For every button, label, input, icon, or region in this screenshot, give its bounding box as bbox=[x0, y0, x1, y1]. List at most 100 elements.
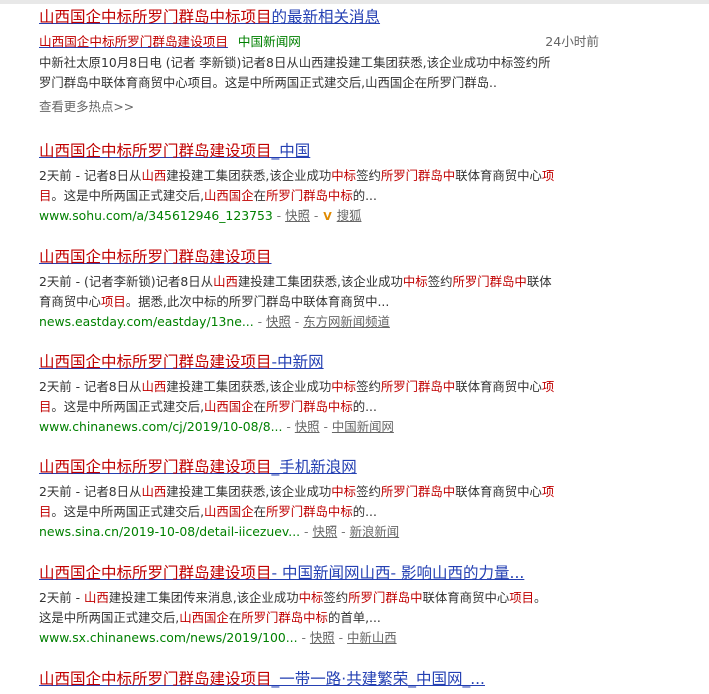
news-item: 山西国企中标所罗门群岛建设项目 中国新闻网 24小时前 bbox=[39, 31, 599, 53]
snippet-text: 联体育商贸中心 bbox=[455, 168, 542, 183]
snapshot-link[interactable]: 快照 bbox=[266, 314, 291, 329]
search-result: 山西国企中标所罗门群岛建设项目 2天前 - (记者李新锁)记者8日从山西建投建工集… bbox=[39, 246, 599, 332]
result-url[interactable]: www.sx.chinanews.com/news/2019/100... bbox=[39, 630, 298, 645]
result-snippet-line: 育商贸中心项目。据悉,此次中标的所罗门群岛中联体育商贸中... bbox=[39, 292, 599, 312]
separator: - bbox=[300, 524, 313, 539]
snippet-keyword: 山西国企 bbox=[179, 610, 229, 625]
snippet-text: 。这是中所两国正式建交后, bbox=[51, 504, 205, 519]
search-result: 山西国企中标所罗门群岛建设项目- 中国新闻网山西- 影响山西的力量... 2天前 … bbox=[39, 562, 599, 648]
top-divider bbox=[0, 0, 709, 4]
snippet-keyword: 所罗门群岛中标 bbox=[265, 504, 353, 519]
snippet-text: 建投建工集团获悉,该企业成功 bbox=[237, 274, 403, 289]
result-title-link[interactable]: 山西国企中标所罗门群岛建设项目-中新网 bbox=[39, 351, 599, 373]
result-url[interactable]: www.sohu.com/a/345612946_123753 bbox=[39, 208, 273, 223]
snippet-keyword: 中标 bbox=[331, 484, 357, 499]
result-title-rest: _一带一路·共建繁荣_中国网_... bbox=[271, 670, 485, 688]
snippet-text: 2天前 - 记者8日从 bbox=[39, 379, 142, 394]
snippet-keyword: 项 bbox=[541, 484, 555, 499]
separator: - bbox=[282, 419, 295, 434]
more-hot-link[interactable]: 查看更多热点>> bbox=[39, 97, 599, 117]
snippet-keyword: 项 bbox=[541, 379, 555, 394]
snippet-keyword: 所罗门群岛中 bbox=[452, 274, 527, 289]
snippet-text: 联体育商贸中心 bbox=[455, 379, 542, 394]
news-item-snippet-line: 罗门群岛中联体育商贸中心项目。这是中所两国正式建交后,山西国企在所罗门群岛.. bbox=[39, 75, 497, 90]
result-title-highlight: 山西国企中标所罗门群岛建设项目 bbox=[39, 353, 272, 371]
snippet-text: 。这是中所两国正式建交后, bbox=[51, 399, 205, 414]
news-card: 山西国企中标所罗门群岛中标项目的最新相关消息 山西国企中标所罗门群岛建设项目 中… bbox=[39, 6, 599, 117]
snippet-text: 。这是中所两国正式建交后, bbox=[51, 188, 205, 203]
result-title-link[interactable]: 山西国企中标所罗门群岛建设项目_中国 bbox=[39, 140, 599, 162]
separator: - bbox=[297, 630, 310, 645]
snippet-keyword: 所罗门群岛中 bbox=[380, 379, 456, 394]
news-item-title[interactable]: 山西国企中标所罗门群岛建设项目 bbox=[39, 34, 228, 49]
separator: - bbox=[272, 208, 286, 223]
snippet-keyword: 山西 bbox=[141, 379, 167, 394]
result-source-line: www.sohu.com/a/345612946_123753 - 快照 - V… bbox=[39, 206, 599, 227]
snippet-keyword: 中标 bbox=[331, 379, 357, 394]
snippet-keyword: 山西国企 bbox=[204, 504, 254, 519]
snippet-text: 签约 bbox=[356, 379, 381, 394]
verified-v-icon: V bbox=[323, 210, 332, 223]
snippet-keyword: 项目 bbox=[100, 294, 126, 309]
snippet-keyword: 所罗门群岛中标 bbox=[265, 399, 353, 414]
snippet-text: 2天前 - bbox=[39, 590, 85, 605]
result-title-rest: _手机新浪网 bbox=[271, 458, 357, 476]
snippet-text: 在 bbox=[228, 610, 242, 625]
snapshot-link[interactable]: 快照 bbox=[295, 419, 320, 434]
snippet-keyword: 中标 bbox=[402, 274, 428, 289]
result-snippet-line: 目。这是中所两国正式建交后,山西国企在所罗门群岛中标的... bbox=[39, 397, 599, 417]
snippet-keyword: 所罗门群岛中标 bbox=[241, 610, 328, 625]
snapshot-link[interactable]: 快照 bbox=[312, 524, 337, 539]
result-title-link[interactable]: 山西国企中标所罗门群岛建设项目_一带一路·共建繁荣_中国网_... bbox=[39, 668, 599, 690]
result-url[interactable]: www.chinanews.com/cj/2019/10-08/8... bbox=[39, 419, 282, 434]
snippet-keyword: 目 bbox=[39, 504, 52, 519]
snippet-text: 这是中所两国正式建交后, bbox=[39, 610, 180, 625]
search-result: 山西国企中标所罗门群岛建设项目-中新网 2天前 - 记者8日从山西建投建工集团获悉… bbox=[39, 351, 599, 437]
snippet-keyword: 中标 bbox=[298, 590, 324, 605]
separator: - bbox=[334, 630, 348, 645]
search-result: 山西国企中标所罗门群岛建设项目_手机新浪网 2天前 - 记者8日从山西建投建工集团… bbox=[39, 456, 599, 542]
news-item-snippet-line: 中新社太原10月8日电 (记者 李新锁)记者8日从山西建投建工集团获悉,该企业成… bbox=[39, 55, 551, 70]
snippet-text: 签约 bbox=[427, 274, 453, 289]
result-title-link[interactable]: 山西国企中标所罗门群岛建设项目 bbox=[39, 246, 599, 268]
result-source-name[interactable]: 中新山西 bbox=[347, 630, 397, 645]
news-item-source: 中国新闻网 bbox=[237, 34, 301, 49]
result-url[interactable]: news.eastday.com/eastday/13ne... bbox=[39, 314, 254, 329]
snippet-text: 。 bbox=[534, 590, 547, 605]
result-title-rest: - 中国新闻网山西- 影响山西的力量... bbox=[271, 564, 525, 582]
snippet-text: 2天前 - (记者李新锁)记者8日从 bbox=[39, 274, 214, 289]
snippet-text: 在 bbox=[253, 188, 266, 203]
result-source-name[interactable]: 东方网新闻频道 bbox=[303, 314, 390, 329]
snippet-keyword: 山西 bbox=[84, 590, 109, 605]
snippet-keyword: 山西 bbox=[141, 168, 167, 183]
snippet-text: 。据悉,此次中标的所罗门群岛中联体育商贸中... bbox=[125, 294, 390, 309]
snippet-text: 建投建工集团传来消息,该企业成功 bbox=[108, 590, 299, 605]
result-source-name[interactable]: 搜狐 bbox=[337, 208, 362, 223]
separator: - bbox=[319, 419, 332, 434]
result-snippet-line: 这是中所两国正式建交后,山西国企在所罗门群岛中标的首单,... bbox=[39, 608, 599, 628]
snippet-text: 联体 bbox=[526, 274, 552, 289]
result-source-line: news.eastday.com/eastday/13ne... - 快照 - … bbox=[39, 312, 599, 332]
result-source-line: www.sx.chinanews.com/news/2019/100... - … bbox=[39, 628, 599, 648]
result-snippet-line: 2天前 - 记者8日从山西建投建工集团获悉,该企业成功中标签约所罗门群岛中联体育… bbox=[39, 377, 599, 397]
snippet-text: 签约 bbox=[323, 590, 349, 605]
snapshot-link[interactable]: 快照 bbox=[285, 208, 310, 223]
snippet-keyword: 山西国企 bbox=[204, 188, 254, 203]
result-url[interactable]: news.sina.cn/2019-10-08/detail-iicezuev.… bbox=[39, 524, 300, 539]
news-card-title[interactable]: 山西国企中标所罗门群岛中标项目的最新相关消息 bbox=[39, 6, 599, 28]
result-source-name[interactable]: 中国新闻网 bbox=[332, 419, 394, 434]
snippet-keyword: 所罗门群岛中 bbox=[380, 484, 456, 499]
snippet-text: 在 bbox=[253, 399, 266, 414]
result-snippet-line: 2天前 - 山西建投建工集团传来消息,该企业成功中标签约所罗门群岛中联体育商贸中… bbox=[39, 588, 599, 608]
result-title-highlight: 山西国企中标所罗门群岛建设项目 bbox=[39, 564, 272, 582]
result-title-link[interactable]: 山西国企中标所罗门群岛建设项目- 中国新闻网山西- 影响山西的力量... bbox=[39, 562, 599, 584]
result-title-highlight: 山西国企中标所罗门群岛建设项目 bbox=[39, 248, 272, 266]
result-snippet-line: 2天前 - (记者李新锁)记者8日从山西建投建工集团获悉,该企业成功中标签约所罗… bbox=[39, 272, 599, 292]
result-title-rest: _中国 bbox=[271, 142, 311, 160]
result-source-name[interactable]: 新浪新闻 bbox=[350, 524, 400, 539]
result-title-link[interactable]: 山西国企中标所罗门群岛建设项目_手机新浪网 bbox=[39, 456, 599, 478]
news-card-title-highlight: 山西国企中标所罗门群岛中标项目 bbox=[39, 8, 272, 26]
search-result: 山西国企中标所罗门群岛建设项目_中国 2天前 - 记者8日从山西建投建工集团获悉,… bbox=[39, 140, 599, 227]
snapshot-link[interactable]: 快照 bbox=[310, 630, 335, 645]
result-title-highlight: 山西国企中标所罗门群岛建设项目 bbox=[39, 458, 272, 476]
